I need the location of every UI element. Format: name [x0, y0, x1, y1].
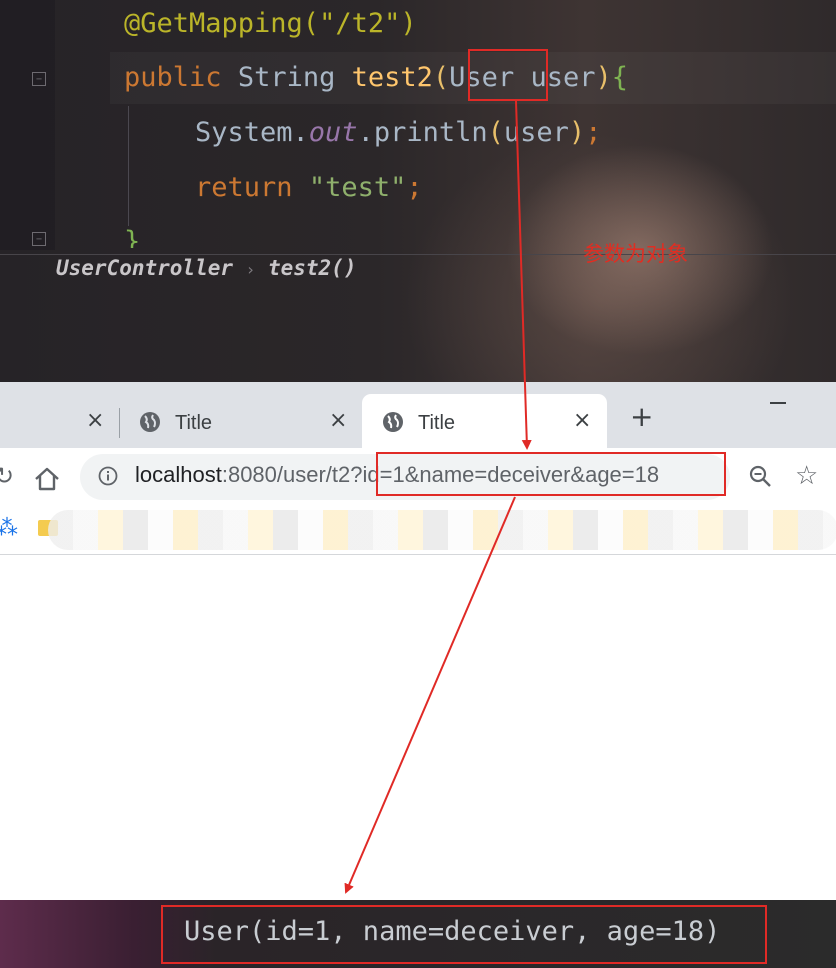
tab-active[interactable]: Title × [362, 394, 607, 450]
method-name: test2 [351, 62, 433, 93]
zoom-icon[interactable] [748, 464, 774, 490]
paren: ) [595, 62, 612, 93]
reload-icon[interactable]: ↻ [0, 462, 14, 490]
brace: { [611, 62, 629, 93]
paren: ( [487, 117, 504, 148]
string-literal: "test" [308, 172, 407, 203]
arg: user [503, 117, 569, 148]
close-icon[interactable]: × [329, 408, 347, 433]
close-icon[interactable]: × [86, 408, 104, 433]
fold-icon[interactable]: − [32, 72, 46, 86]
star-icon[interactable]: ☆ [795, 461, 818, 491]
url-host: localhost [135, 462, 222, 487]
highlight-box-query [376, 452, 726, 496]
keyword: public [124, 62, 222, 93]
globe-icon [140, 412, 160, 432]
tab-strip: × Title × Title × + [0, 382, 836, 450]
keyword: return [195, 172, 293, 203]
breadcrumb-method[interactable]: test2() [268, 256, 357, 280]
editor-gutter [0, 0, 55, 250]
bookmarks-blurred [48, 510, 836, 550]
code-line-close[interactable]: } [124, 226, 140, 248]
indent-guide [128, 106, 129, 226]
info-icon[interactable] [98, 466, 118, 486]
semicolon: ; [406, 172, 423, 203]
tab-title: Title [418, 412, 456, 434]
close-icon[interactable]: × [573, 408, 591, 433]
tab-divider [119, 408, 120, 438]
fold-icon[interactable]: − [32, 232, 46, 246]
highlight-box-output [161, 905, 767, 964]
code-line-return[interactable]: return "test"; [195, 172, 423, 203]
breadcrumb-separator: › [245, 260, 256, 279]
code-line-signature[interactable]: public String test2(User user){ [124, 62, 628, 93]
breadcrumb-class[interactable]: UserController [56, 256, 233, 280]
class-ref: System. [195, 117, 309, 148]
paren: ( [432, 62, 450, 93]
annotation-note: 参数为对象 [583, 242, 688, 266]
bookmarks-bar: ⁂ [0, 506, 836, 555]
globe-icon [383, 412, 403, 432]
paren: ) [568, 117, 586, 148]
home-icon[interactable] [32, 464, 62, 494]
breadcrumb-divider [0, 254, 836, 255]
method-call: .println [357, 117, 488, 148]
highlight-box-param-type [468, 49, 548, 101]
ide-editor: − − @GetMapping("/t2") public String tes… [0, 0, 836, 382]
code-line-print[interactable]: System.out.println(user); [195, 117, 601, 148]
code-line-annotation[interactable]: @GetMapping("/t2") [124, 8, 417, 39]
semicolon: ; [585, 117, 602, 148]
new-tab-icon[interactable]: + [630, 400, 653, 433]
tab-title[interactable]: Title [175, 412, 212, 435]
return-type: String [237, 62, 336, 93]
minimize-icon[interactable] [770, 402, 786, 404]
breadcrumb[interactable]: UserController › test2() [56, 256, 356, 280]
field-ref: out [308, 117, 358, 148]
apps-icon[interactable]: ⁂ [0, 516, 18, 541]
